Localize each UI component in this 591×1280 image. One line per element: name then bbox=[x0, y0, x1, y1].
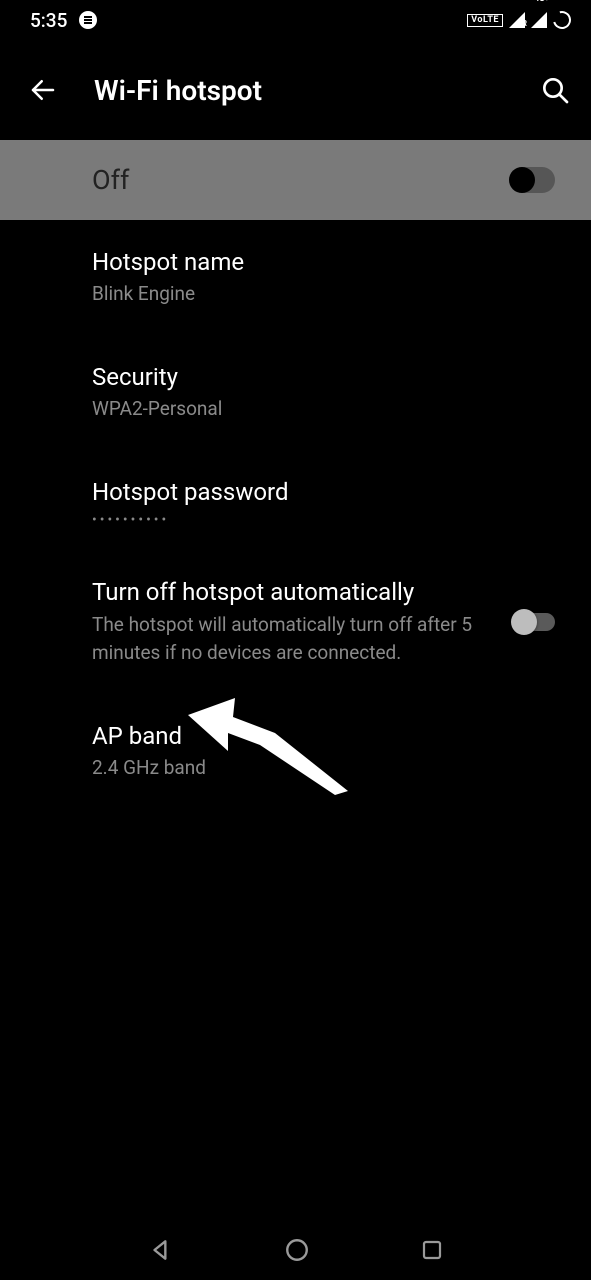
auto-off-desc: The hotspot will automatically turn off … bbox=[92, 611, 497, 668]
page-title: Wi-Fi hotspot bbox=[94, 74, 503, 107]
password-mask: •••••••••• bbox=[92, 512, 555, 528]
signal-sim2-icon: 4G+ bbox=[531, 12, 547, 28]
security-title: Security bbox=[92, 361, 555, 393]
nav-recent-button[interactable] bbox=[420, 1238, 444, 1262]
volte-badge: VoLTE bbox=[467, 14, 503, 27]
auto-off-item[interactable]: Turn off hotspot automatically The hotsp… bbox=[0, 550, 591, 693]
settings-list: Hotspot name Blink Engine Security WPA2-… bbox=[0, 220, 591, 808]
switch-knob bbox=[509, 167, 535, 193]
hotspot-name-item[interactable]: Hotspot name Blink Engine bbox=[0, 220, 591, 335]
status-right: VoLTE R 4G+ bbox=[467, 11, 571, 29]
password-title: Hotspot password bbox=[92, 476, 555, 508]
ap-band-item[interactable]: AP band 2.4 GHz band bbox=[0, 694, 591, 809]
nav-back-button[interactable] bbox=[148, 1237, 174, 1263]
nav-home-button[interactable] bbox=[284, 1237, 310, 1263]
hotspot-state-label: Off bbox=[92, 164, 129, 196]
status-left: 5:35 bbox=[30, 9, 97, 32]
navigation-bar bbox=[0, 1220, 591, 1280]
switch-knob bbox=[511, 609, 537, 635]
search-button[interactable] bbox=[539, 74, 571, 106]
auto-off-switch[interactable] bbox=[513, 613, 555, 631]
clock: 5:35 bbox=[30, 9, 67, 32]
signal-sim1-icon: R bbox=[509, 12, 525, 28]
hotspot-master-switch[interactable] bbox=[509, 167, 555, 193]
hotspot-name-title: Hotspot name bbox=[92, 246, 555, 278]
ap-band-value: 2.4 GHz band bbox=[92, 754, 555, 783]
security-item[interactable]: Security WPA2-Personal bbox=[0, 335, 591, 450]
hotspot-master-toggle-row[interactable]: Off bbox=[0, 140, 591, 220]
notification-icon bbox=[79, 11, 97, 29]
auto-off-title: Turn off hotspot automatically bbox=[92, 576, 497, 608]
back-button[interactable] bbox=[28, 75, 58, 105]
loading-icon bbox=[550, 8, 575, 33]
hotspot-name-value: Blink Engine bbox=[92, 280, 555, 309]
ap-band-title: AP band bbox=[92, 720, 555, 752]
app-bar: Wi-Fi hotspot bbox=[0, 40, 591, 140]
password-item[interactable]: Hotspot password •••••••••• bbox=[0, 450, 591, 550]
security-value: WPA2-Personal bbox=[92, 395, 555, 424]
status-bar: 5:35 VoLTE R 4G+ bbox=[0, 0, 591, 40]
